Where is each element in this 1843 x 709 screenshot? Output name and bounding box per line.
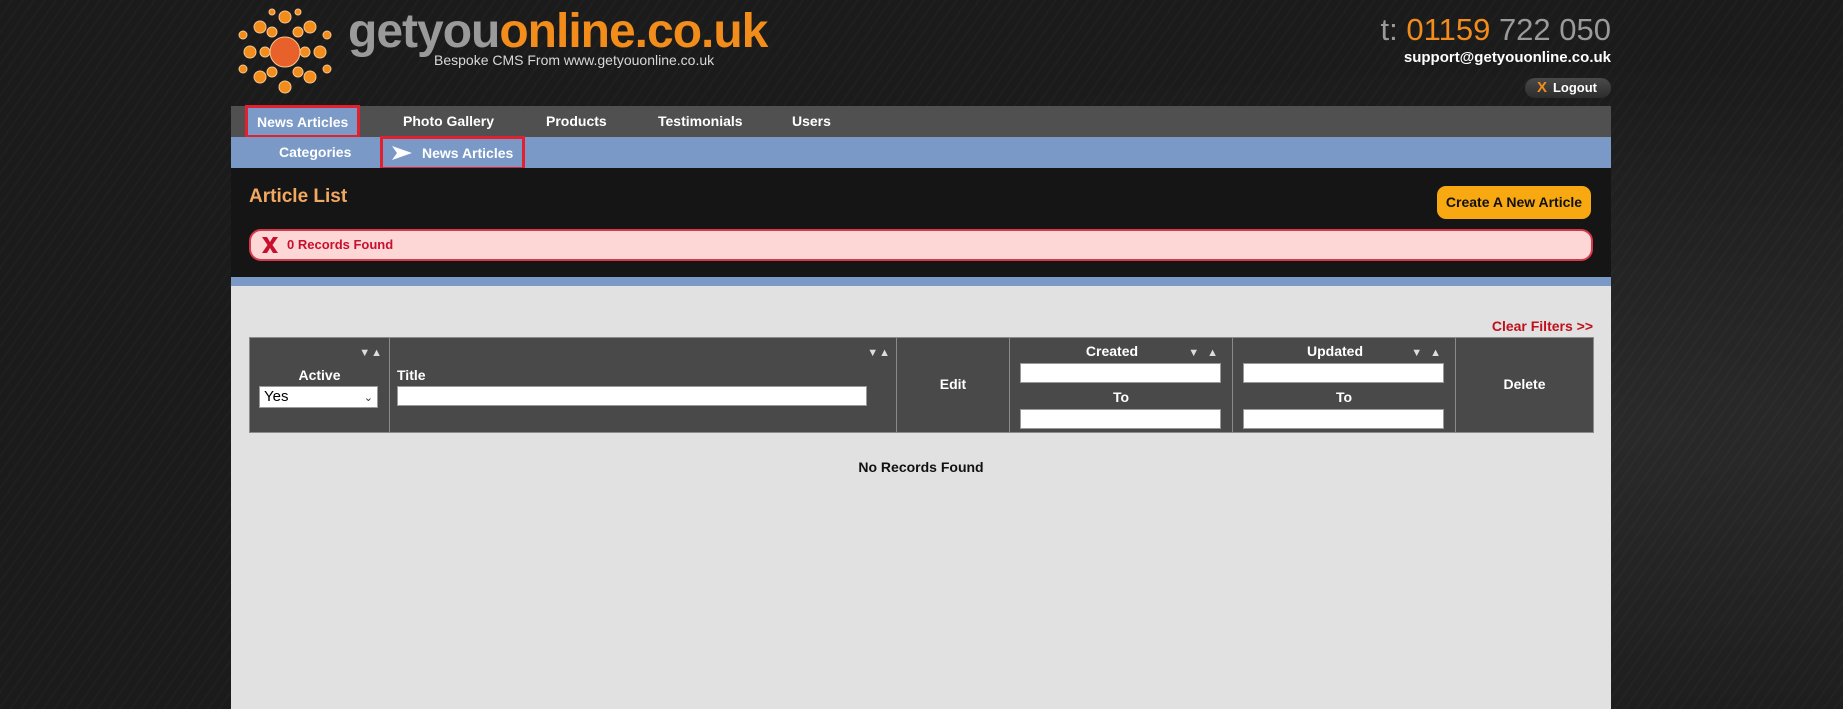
updated-to-label: To bbox=[1335, 389, 1353, 405]
active-filter-value: Yes bbox=[264, 388, 289, 405]
phone-number: t: 01159 722 050 bbox=[1381, 12, 1611, 48]
subnav-item-news-articles[interactable]: News Articles bbox=[380, 136, 526, 170]
column-title-label: Title bbox=[397, 367, 426, 383]
main-content: Clear Filters >> ▼▲ Active Yes ⌄ ▼▲ Titl… bbox=[231, 286, 1611, 709]
logout-label: Logout bbox=[1552, 80, 1597, 95]
phone-area-code: 01159 bbox=[1406, 12, 1491, 47]
column-active: ▼▲ Active Yes ⌄ bbox=[249, 337, 390, 433]
active-filter-select[interactable]: Yes ⌄ bbox=[259, 386, 378, 408]
created-to-label: To bbox=[1112, 389, 1130, 405]
updated-to-input[interactable] bbox=[1243, 409, 1444, 429]
sub-nav: Categories News Articles bbox=[231, 136, 1611, 170]
nav-item-products[interactable]: Products bbox=[546, 106, 607, 137]
header: getyouonline.co.uk Bespoke CMS From www.… bbox=[231, 0, 1611, 106]
column-delete-label: Delete bbox=[1503, 376, 1546, 392]
nav-item-testimonials[interactable]: Testimonials bbox=[658, 106, 743, 137]
column-created-label: Created bbox=[1085, 343, 1139, 359]
column-title: ▼▲ Title bbox=[389, 337, 897, 433]
empty-message: No Records Found bbox=[858, 459, 984, 475]
subnav-item-label: News Articles bbox=[422, 145, 514, 161]
phone-local: 722 050 bbox=[1498, 12, 1611, 47]
chevron-down-icon: ⌄ bbox=[363, 392, 373, 404]
logo-tagline: Bespoke CMS From www.getyouonline.co.uk bbox=[434, 52, 715, 68]
error-x-icon bbox=[262, 237, 278, 253]
updated-from-input[interactable] bbox=[1243, 363, 1444, 383]
status-alert: 0 Records Found bbox=[249, 229, 1593, 261]
main-nav: News Articles Photo Gallery Products Tes… bbox=[231, 105, 1611, 138]
support-email: support@getyouonline.co.uk bbox=[1403, 49, 1611, 66]
created-from-input[interactable] bbox=[1020, 363, 1221, 383]
column-delete: Delete bbox=[1455, 337, 1594, 433]
title-filter-input[interactable] bbox=[397, 386, 867, 406]
column-updated-label: Updated bbox=[1307, 343, 1363, 359]
logo-text: getyouonline.co.uk bbox=[348, 4, 768, 59]
created-to-input[interactable] bbox=[1020, 409, 1221, 429]
subnav-item-categories[interactable]: Categories bbox=[279, 137, 351, 168]
sort-active-icon[interactable]: ▼▲ bbox=[359, 347, 383, 359]
logo-text-part2: online.co.uk bbox=[499, 5, 768, 58]
article-table: ▼▲ Active Yes ⌄ ▼▲ Title Edit ▼▲ Created… bbox=[249, 337, 1594, 433]
column-edit-label: Edit bbox=[939, 376, 967, 392]
logout-button[interactable]: X Logout bbox=[1524, 78, 1611, 98]
logo-text-part1: getyou bbox=[348, 5, 500, 58]
page-title: Article List bbox=[249, 186, 348, 207]
clear-filters-link[interactable]: Clear Filters >> bbox=[1492, 318, 1593, 334]
nav-item-users[interactable]: Users bbox=[792, 106, 831, 137]
logo-sun-icon bbox=[238, 8, 332, 94]
column-updated: ▼▲ Updated To bbox=[1232, 337, 1456, 433]
column-active-label: Active bbox=[298, 367, 341, 383]
nav-item-photo-gallery[interactable]: Photo Gallery bbox=[403, 106, 494, 137]
arrow-right-icon bbox=[392, 146, 412, 160]
sort-title-icon[interactable]: ▼▲ bbox=[867, 347, 891, 359]
nav-item-news-articles[interactable]: News Articles bbox=[245, 105, 361, 138]
alert-message: 0 Records Found bbox=[287, 237, 394, 252]
column-created: ▼▲ Created To bbox=[1009, 337, 1233, 433]
page-container: getyouonline.co.uk Bespoke CMS From www.… bbox=[231, 0, 1611, 709]
create-article-button[interactable]: Create A New Article bbox=[1437, 186, 1591, 219]
phone-prefix: t: bbox=[1380, 12, 1398, 47]
logout-x-icon: X bbox=[1536, 79, 1547, 96]
divider-bar bbox=[231, 277, 1611, 286]
